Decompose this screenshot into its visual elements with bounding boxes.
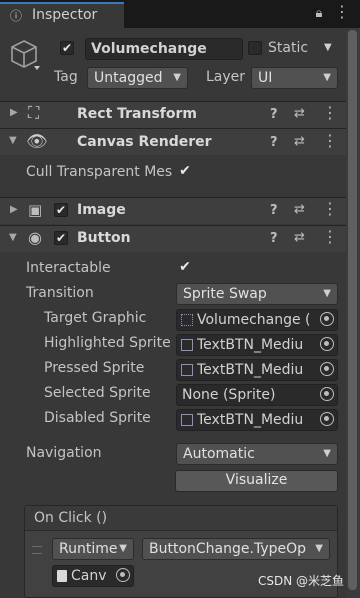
object-picker-icon[interactable]	[116, 568, 130, 582]
onclick-title: On Click ()	[34, 510, 108, 526]
object-picker-icon[interactable]	[320, 312, 334, 326]
check-icon: ✔	[179, 259, 191, 275]
interactable-toggle[interactable]: ✔	[177, 259, 193, 277]
interactable-label: Interactable	[26, 260, 111, 276]
target-graphic-field[interactable]: Volumechange (	[176, 309, 338, 331]
object-picker-icon[interactable]	[320, 337, 334, 351]
script-icon	[57, 570, 67, 582]
button-component-icon: ◉	[28, 228, 42, 247]
tag-label: Tag	[54, 69, 78, 85]
more-icon[interactable]: ⋮	[322, 133, 338, 149]
onclick-object-field[interactable]: Canv	[52, 565, 134, 587]
chevron-down-icon: ▼	[323, 288, 331, 299]
scrollbar-thumb[interactable]	[348, 30, 357, 590]
sprite-icon	[181, 339, 193, 351]
pressed-sprite-field[interactable]: TextBTN_Mediu	[176, 359, 338, 381]
help-icon[interactable]: ?	[270, 203, 278, 219]
gameobject-icon	[8, 38, 40, 72]
highlighted-sprite-label: Highlighted Sprite	[44, 335, 171, 351]
help-icon[interactable]: ?	[270, 107, 278, 123]
tab-inspector[interactable]: ⓘ Inspector	[0, 2, 124, 28]
chevron-down-icon: ▼	[323, 448, 331, 459]
canvas-renderer-title: Canvas Renderer	[77, 134, 212, 150]
static-dropdown-arrow[interactable]: ▼	[324, 42, 332, 53]
check-icon: ✔	[179, 163, 191, 179]
static-toggle[interactable]	[248, 41, 262, 55]
object-picker-icon[interactable]	[320, 387, 334, 401]
selected-sprite-field[interactable]: None (Sprite)	[176, 384, 338, 406]
check-icon: ✔	[55, 231, 67, 245]
button-title: Button	[77, 230, 131, 246]
more-menu-icon[interactable]: ⋮	[334, 4, 350, 22]
info-icon: ⓘ	[10, 9, 23, 23]
gameobject-name-input[interactable]: Volumechange	[85, 38, 243, 60]
more-icon[interactable]: ⋮	[322, 105, 338, 121]
watermark: CSDN @米芝鱼	[257, 574, 344, 588]
sprite-icon	[181, 414, 193, 426]
transition-label: Transition	[26, 285, 94, 301]
help-icon[interactable]: ?	[270, 231, 278, 247]
image-icon: ▣	[28, 201, 43, 219]
transition-dropdown[interactable]: Sprite Swap ▼	[176, 283, 338, 305]
chevron-down-icon: ▼	[119, 543, 127, 554]
cull-transparent-toggle[interactable]: ✔	[177, 163, 193, 181]
active-toggle[interactable]: ✔	[60, 41, 74, 55]
foldout-open-icon[interactable]: ▼	[9, 232, 17, 243]
layer-label: Layer	[206, 69, 246, 85]
cull-transparent-label: Cull Transparent Mes	[26, 164, 173, 180]
preset-icon[interactable]: ⇄	[294, 106, 305, 122]
static-label: Static	[268, 40, 309, 56]
check-icon: ✔	[61, 41, 73, 55]
highlighted-sprite-field[interactable]: TextBTN_Mediu	[176, 334, 338, 356]
image-title: Image	[77, 202, 126, 218]
navigation-label: Navigation	[26, 445, 102, 461]
preset-icon[interactable]: ⇄	[294, 134, 305, 150]
more-icon[interactable]: ⋮	[322, 201, 338, 217]
selected-sprite-label: Selected Sprite	[44, 385, 151, 401]
rect-transform-title: Rect Transform	[77, 106, 198, 122]
object-picker-icon[interactable]	[320, 412, 334, 426]
target-graphic-label: Target Graphic	[44, 310, 147, 326]
preset-icon[interactable]: ⇄	[294, 202, 305, 218]
image-enabled-toggle[interactable]: ✔	[54, 203, 68, 217]
drag-handle-icon[interactable]	[32, 546, 42, 554]
foldout-arrow-icon[interactable]: ▶	[10, 107, 18, 118]
runtime-dropdown[interactable]: Runtime ▼	[52, 538, 134, 560]
more-icon[interactable]: ⋮	[322, 229, 338, 245]
navigation-dropdown[interactable]: Automatic ▼	[176, 443, 338, 465]
tag-dropdown[interactable]: Untagged ▼	[87, 67, 188, 89]
tab-title: Inspector	[32, 7, 98, 23]
chevron-down-icon: ▼	[173, 72, 181, 83]
chevron-down-icon: ▼	[315, 543, 323, 554]
sprite-icon	[181, 364, 193, 376]
lock-icon[interactable]: 🔒︎	[312, 6, 326, 22]
eye-icon: 👁︎	[26, 132, 48, 152]
function-dropdown[interactable]: ButtonChange.TypeOp ▼	[142, 538, 330, 560]
help-icon[interactable]: ?	[270, 135, 278, 151]
preset-icon[interactable]: ⇄	[294, 230, 305, 246]
disabled-sprite-label: Disabled Sprite	[44, 410, 151, 426]
foldout-arrow-icon[interactable]: ▶	[10, 204, 18, 215]
chevron-down-icon: ▼	[323, 72, 331, 83]
object-picker-icon[interactable]	[320, 362, 334, 376]
button-enabled-toggle[interactable]: ✔	[54, 231, 68, 245]
check-icon: ✔	[55, 203, 67, 217]
foldout-open-icon[interactable]: ▼	[9, 135, 17, 146]
pressed-sprite-label: Pressed Sprite	[44, 360, 145, 376]
disabled-sprite-field[interactable]: TextBTN_Mediu	[176, 409, 338, 431]
rect-transform-icon: ⛶	[28, 103, 40, 122]
layer-dropdown[interactable]: UI ▼	[251, 67, 338, 89]
visualize-button[interactable]: Visualize	[175, 470, 338, 492]
rect-icon	[181, 314, 193, 326]
